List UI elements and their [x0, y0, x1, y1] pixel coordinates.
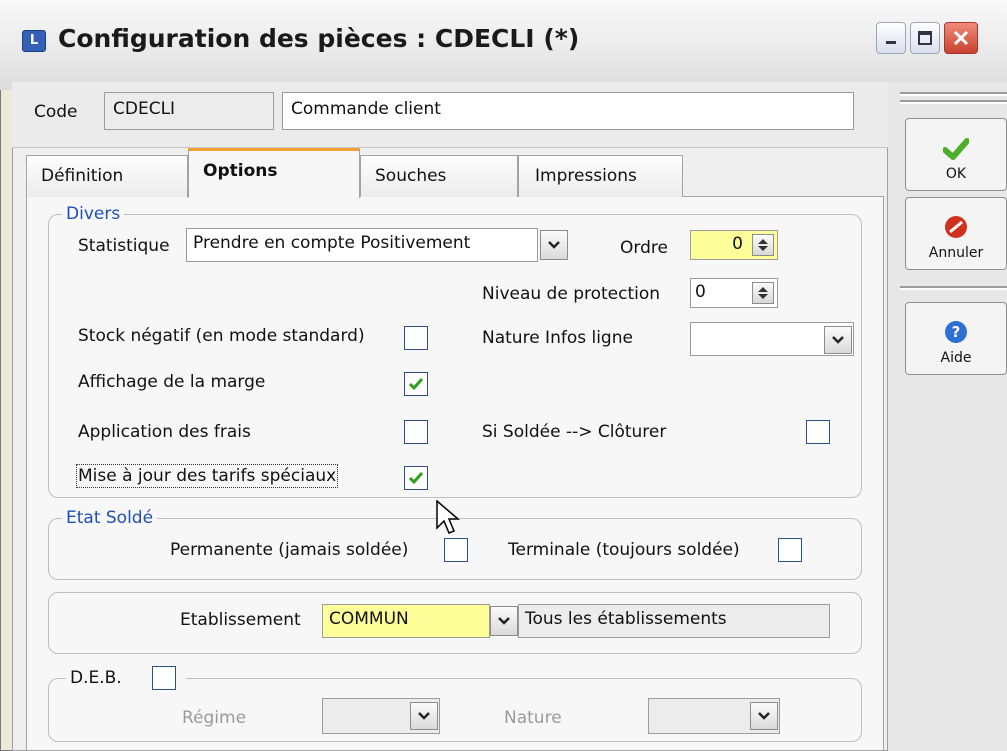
app-icon: L: [22, 30, 46, 52]
regime-label: Régime: [182, 708, 247, 728]
chevron-down-icon: [548, 241, 560, 249]
stock-negatif-checkbox[interactable]: [404, 326, 428, 350]
application-frais-label: Application des frais: [78, 422, 251, 442]
minimize-icon: [886, 41, 896, 44]
tab-definition[interactable]: Définition: [26, 155, 188, 197]
permanente-label: Permanente (jamais soldée): [170, 540, 409, 560]
application-frais-checkbox[interactable]: [404, 420, 428, 444]
mouse-cursor-icon: [436, 500, 461, 534]
check-mark-icon: [408, 378, 424, 391]
nature-infos-dropdown-button[interactable]: [824, 326, 852, 354]
ok-button[interactable]: OK: [905, 118, 1007, 191]
regime-dropdown-button[interactable]: [410, 702, 438, 730]
ok-label: OK: [945, 166, 967, 182]
terminale-checkbox[interactable]: [778, 538, 802, 562]
spinner-icon: [758, 287, 768, 299]
stock-negatif-label: Stock négatif (en mode standard): [78, 326, 365, 346]
separator: [900, 92, 1007, 96]
deb-label: D.E.B.: [70, 668, 122, 688]
chevron-down-icon: [832, 336, 844, 344]
window-title: Configuration des pièces : CDECLI (*): [58, 24, 580, 53]
name-field[interactable]: Commande client: [282, 92, 854, 130]
statistique-select[interactable]: Prendre en compte Positivement: [186, 228, 538, 262]
maximize-button[interactable]: [910, 22, 940, 54]
affichage-marge-checkbox[interactable]: [404, 372, 428, 396]
terminale-label: Terminale (toujours soldée): [508, 540, 740, 560]
aide-button[interactable]: ? Aide: [905, 302, 1007, 375]
mise-a-jour-tarifs-label: Mise à jour des tarifs spéciaux: [75, 464, 339, 488]
divers-legend: Divers: [62, 204, 125, 224]
statistique-label: Statistique: [78, 236, 170, 256]
deb-checkbox[interactable]: [152, 666, 176, 690]
annuler-label: Annuler: [928, 245, 984, 261]
etablissement-description: Tous les établissements: [518, 604, 830, 638]
annuler-button[interactable]: Annuler: [905, 197, 1007, 270]
chevron-down-icon: [418, 712, 430, 720]
separator: [900, 286, 1007, 290]
si-soldee-checkbox[interactable]: [806, 420, 830, 444]
cancel-icon: [945, 216, 967, 238]
statistique-dropdown-button[interactable]: [540, 230, 568, 260]
svg-text:?: ?: [952, 323, 961, 341]
tab-impressions[interactable]: Impressions: [518, 155, 683, 197]
etablissement-dropdown-button[interactable]: [490, 606, 518, 636]
chevron-down-icon: [758, 712, 770, 720]
chevron-down-icon: [498, 617, 510, 625]
aide-label: Aide: [940, 350, 972, 366]
check-mark-icon: [408, 472, 424, 485]
mise-a-jour-tarifs-checkbox[interactable]: [404, 466, 428, 490]
si-soldee-label: Si Soldée --> Clôturer: [482, 422, 667, 442]
etat-solde-legend: Etat Soldé: [62, 508, 158, 528]
etablissement-label: Etablissement: [180, 610, 301, 630]
close-icon: [953, 30, 969, 46]
close-button[interactable]: [944, 22, 978, 54]
maximize-icon: [918, 31, 932, 45]
nature-label: Nature: [504, 708, 562, 728]
spinner-icon: [758, 239, 768, 251]
niveau-protection-label: Niveau de protection: [482, 284, 661, 304]
affichage-marge-label: Affichage de la marge: [78, 372, 266, 392]
tab-options[interactable]: Options: [188, 148, 360, 198]
ordre-spinner[interactable]: [752, 234, 774, 256]
nature-dropdown-button[interactable]: [750, 702, 778, 730]
niveau-spinner[interactable]: [752, 282, 774, 304]
tab-souches[interactable]: Souches: [360, 155, 518, 197]
checkmark-icon: [943, 138, 969, 160]
permanente-checkbox[interactable]: [444, 538, 468, 562]
separator: [900, 100, 1007, 104]
ordre-label: Ordre: [620, 238, 668, 258]
etablissement-field[interactable]: COMMUN: [322, 604, 490, 638]
code-field[interactable]: CDECLI: [104, 92, 274, 130]
app-icon-letter: L: [29, 33, 39, 48]
nature-infos-label: Nature Infos ligne: [482, 328, 633, 348]
code-label: Code: [34, 102, 78, 122]
help-icon: ?: [945, 321, 967, 343]
minimize-button[interactable]: [876, 22, 906, 54]
